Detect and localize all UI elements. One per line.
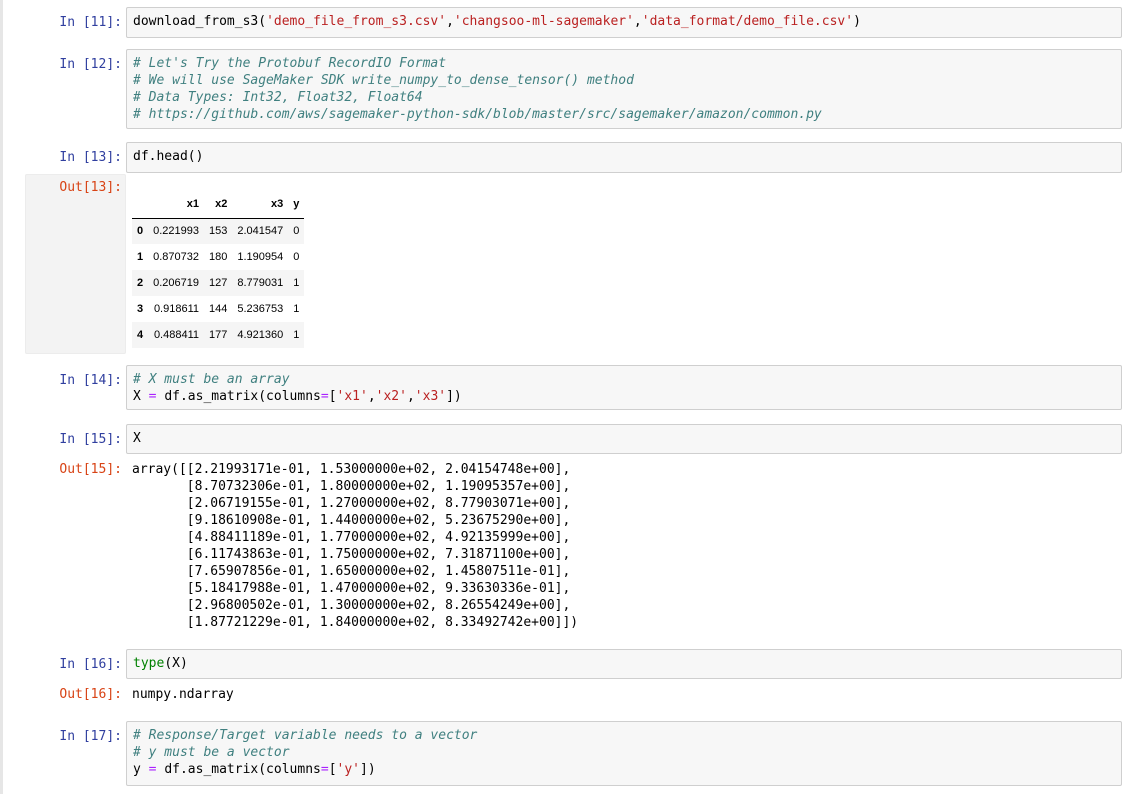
output-prompt: Out[16]: <box>59 687 122 702</box>
table-row: 4 0.488411 177 4.921360 1 <box>132 322 305 348</box>
table-cell: 4.921360 <box>237 329 284 341</box>
notebook-left-gutter <box>0 0 3 794</box>
row-index: 3 <box>137 303 144 315</box>
code-block: # Let's Try the Protobuf RecordIO Format… <box>133 56 822 122</box>
table-cell: 0.488411 <box>153 329 200 341</box>
row-index: 0 <box>137 225 144 238</box>
table-header-row: x1 x2 x3 y <box>132 190 305 219</box>
column-header: x3 <box>232 190 289 219</box>
table-cell: 1 <box>293 277 300 289</box>
code-block: # Response/Target variable needs to a ve… <box>133 728 478 777</box>
code-line: X <box>133 431 141 446</box>
input-prompt: In [17]: <box>59 729 122 744</box>
table-row: 3 0.918611 144 5.236753 1 <box>132 296 304 322</box>
table-cell: 0.221993 <box>153 225 200 238</box>
table-cell: 0.870732 <box>153 251 200 263</box>
column-header: y <box>288 190 305 219</box>
table-cell: 0.918611 <box>153 303 200 315</box>
table-cell: 177 <box>209 329 228 341</box>
table-cell: 1.190954 <box>237 251 284 263</box>
table-row: 1 0.870732 180 1.190954 0 <box>132 244 304 270</box>
table-cell: 2.041547 <box>237 225 284 238</box>
table-cell: 5.236753 <box>237 303 284 315</box>
table-cell: 1 <box>293 303 300 315</box>
table-cell: 0 <box>293 251 300 263</box>
input-prompt: In [12]: <box>59 57 122 72</box>
input-prompt: In [14]: <box>59 373 122 388</box>
table-cell: 144 <box>209 303 228 315</box>
code-line: download_from_s3('demo_file_from_s3.csv'… <box>133 14 861 29</box>
column-header: x1 <box>148 190 205 219</box>
table-cell: 0.206719 <box>153 277 200 289</box>
dataframe-table: x1 x2 x3 y 0 0.221993 153 2.041547 0 1 0… <box>132 190 305 348</box>
table-row: 0 0.221993 153 2.041547 0 <box>132 218 305 244</box>
table-cell: 8.779031 <box>237 277 284 289</box>
row-index: 1 <box>137 251 144 263</box>
table-cell: 1 <box>293 329 300 341</box>
output-collapse-area[interactable] <box>25 174 126 354</box>
input-prompt: In [15]: <box>59 432 122 447</box>
table-cell: 153 <box>209 225 228 238</box>
code-block: # X must be an array X = df.as_matrix(co… <box>133 372 462 404</box>
input-prompt: In [16]: <box>59 657 122 672</box>
table-cell: 127 <box>209 277 228 289</box>
code-input-area[interactable]: download_from_s3('demo_file_from_s3.csv'… <box>126 7 1122 38</box>
code-input-area[interactable]: # Let's Try the Protobuf RecordIO Format… <box>126 49 1122 129</box>
output-prompt: Out[13]: <box>59 180 122 195</box>
code-input-area[interactable]: type(X) <box>126 649 1122 679</box>
column-header: x2 <box>204 190 233 219</box>
array-output: array([[2.21993171e-01, 1.53000000e+02, … <box>132 462 579 630</box>
table-row: 2 0.206719 127 8.779031 1 <box>132 270 305 296</box>
table-cell: 180 <box>209 251 228 263</box>
code-input-area[interactable]: # X must be an array X = df.as_matrix(co… <box>126 365 1122 410</box>
input-prompt: In [11]: <box>59 15 122 30</box>
column-header <box>132 190 149 219</box>
code-input-area[interactable]: # Response/Target variable needs to a ve… <box>126 721 1122 786</box>
table-cell: 0 <box>293 225 300 238</box>
output-prompt: Out[15]: <box>59 462 122 477</box>
row-index: 4 <box>137 329 144 341</box>
code-input-area[interactable]: df.head() <box>126 142 1122 173</box>
row-index: 2 <box>137 277 144 289</box>
input-prompt: In [13]: <box>59 150 122 165</box>
code-input-area[interactable]: X <box>126 424 1122 454</box>
code-line: df.head() <box>133 149 204 164</box>
code-line: type(X) <box>133 656 188 671</box>
type-output: numpy.ndarray <box>132 687 234 702</box>
